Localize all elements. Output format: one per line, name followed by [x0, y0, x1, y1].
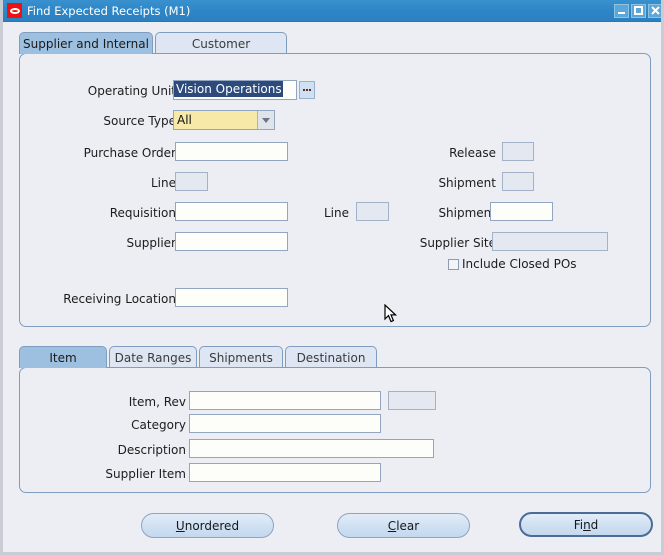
tab-label: Shipments [209, 350, 273, 365]
tab-label: Date Ranges [114, 350, 192, 365]
supplier-field[interactable] [175, 232, 288, 251]
unordered-button-label: Unordered [175, 518, 240, 533]
requisition-shipment-label: Shipment [438, 206, 496, 220]
source-type-dropdown[interactable]: All [173, 110, 275, 130]
requisition-label: Requisition [109, 206, 176, 220]
category-label: Category [131, 418, 186, 432]
supplier-item-field[interactable] [189, 463, 381, 482]
operating-unit-field[interactable]: Vision Operations [173, 80, 297, 100]
title-bar: Find Expected Receipts (M1) [3, 0, 661, 22]
po-line-label: Line [150, 176, 176, 190]
window-title: Find Expected Receipts (M1) [27, 3, 191, 18]
description-field[interactable] [189, 439, 434, 458]
tab-destination[interactable]: Destination [285, 346, 377, 368]
include-closed-pos-checkbox[interactable]: Include Closed POs [448, 257, 577, 271]
oracle-logo-icon [7, 3, 22, 18]
list-of-values-icon[interactable] [299, 81, 315, 99]
tab-label: Item [49, 350, 77, 365]
release-field[interactable] [502, 142, 534, 161]
rev-field[interactable] [388, 391, 436, 410]
chevron-down-icon[interactable] [257, 111, 274, 129]
tab-label: Destination [296, 350, 366, 365]
source-type-label: Source Type [103, 114, 176, 128]
purchase-order-field[interactable] [175, 142, 288, 161]
requisition-field[interactable] [175, 202, 288, 221]
receiving-location-field[interactable] [175, 288, 288, 307]
supplier-label: Supplier [126, 236, 176, 250]
tab-date-ranges[interactable]: Date Ranges [109, 346, 197, 368]
top-tab-strip: Supplier and Internal Customer [19, 32, 287, 54]
release-label: Release [449, 146, 496, 160]
operating-unit-label: Operating Unit [87, 84, 176, 98]
supplier-internal-panel: Operating Unit Vision Operations Source … [19, 53, 651, 327]
clear-button[interactable]: Clear [337, 513, 470, 538]
source-type-value: All [177, 113, 192, 127]
receiving-location-label: Receiving Location [63, 292, 176, 306]
find-button-label: Find [573, 517, 599, 532]
tab-label: Supplier and Internal [23, 36, 149, 51]
po-shipment-field[interactable] [502, 172, 534, 191]
minimize-button[interactable] [614, 3, 629, 18]
include-closed-pos-label: Include Closed POs [462, 257, 577, 271]
item-panel: Item, Rev Category Description Supplier … [19, 367, 651, 493]
purchase-order-label: Purchase Order [83, 146, 176, 160]
requisition-shipment-field[interactable] [490, 202, 553, 221]
maximize-button[interactable] [631, 3, 646, 18]
supplier-site-label: Supplier Site [419, 236, 496, 250]
unordered-button[interactable]: Unordered [141, 513, 274, 538]
checkbox-box[interactable] [448, 258, 459, 270]
find-button[interactable]: Find [519, 512, 653, 537]
clear-button-label: Clear [387, 518, 420, 533]
tab-label: Customer [191, 36, 251, 51]
supplier-item-label: Supplier Item [105, 467, 186, 481]
window-controls [614, 3, 661, 18]
tab-item[interactable]: Item [19, 346, 107, 368]
requisition-line-label: Line [323, 206, 349, 220]
tab-supplier-and-internal[interactable]: Supplier and Internal [19, 32, 153, 54]
tab-customer[interactable]: Customer [155, 32, 287, 54]
application-window: Find Expected Receipts (M1) Supplier and… [0, 0, 664, 555]
supplier-site-field[interactable] [492, 232, 608, 251]
item-rev-label: Item, Rev [128, 395, 186, 409]
tab-shipments[interactable]: Shipments [199, 346, 283, 368]
po-line-field[interactable] [175, 172, 208, 191]
po-shipment-label: Shipment [438, 176, 496, 190]
item-rev-field[interactable] [189, 391, 381, 410]
description-label: Description [117, 443, 186, 457]
bottom-tab-strip: Item Date Ranges Shipments Destination [19, 346, 377, 368]
close-button[interactable] [648, 3, 661, 18]
category-field[interactable] [189, 414, 381, 433]
operating-unit-value: Vision Operations [174, 81, 283, 97]
